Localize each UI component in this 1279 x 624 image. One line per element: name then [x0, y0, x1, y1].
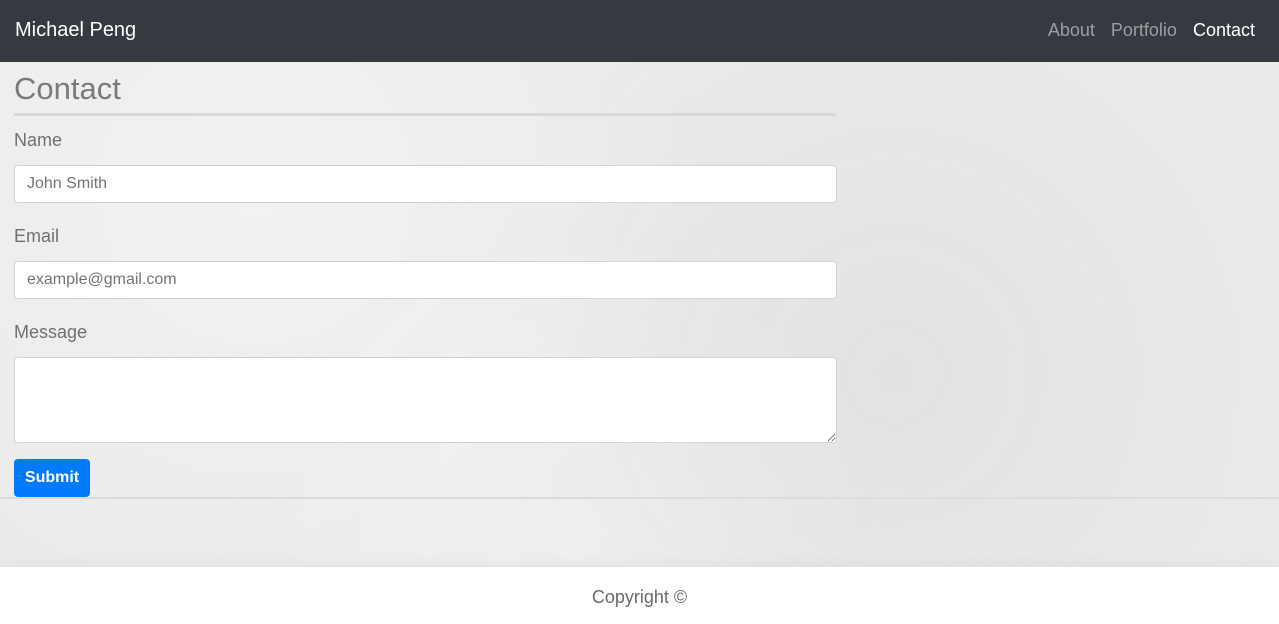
email-label: Email	[14, 226, 60, 246]
copyright-text: Copyright ©	[591, 587, 688, 607]
contact-section: Contact Name Email Message Submit	[14, 62, 837, 497]
submit-button[interactable]: Submit	[14, 459, 90, 497]
email-input[interactable]	[14, 261, 837, 299]
message-textarea[interactable]	[14, 357, 837, 443]
title-divider	[14, 113, 836, 116]
section-divider	[0, 497, 1279, 499]
nav-link-contact[interactable]: Contact	[1193, 18, 1255, 42]
nav-links: About Portfolio Contact	[1048, 18, 1255, 42]
name-label: Name	[14, 130, 63, 150]
page-title: Contact	[14, 71, 121, 106]
nav-link-about[interactable]: About	[1048, 18, 1095, 42]
brand-link[interactable]: Michael Peng	[15, 18, 136, 42]
name-input[interactable]	[14, 165, 837, 203]
message-label: Message	[14, 322, 88, 342]
footer: Copyright ©	[0, 566, 1279, 624]
top-navbar: Michael Peng About Portfolio Contact	[0, 0, 1279, 62]
nav-link-portfolio[interactable]: Portfolio	[1111, 18, 1177, 42]
